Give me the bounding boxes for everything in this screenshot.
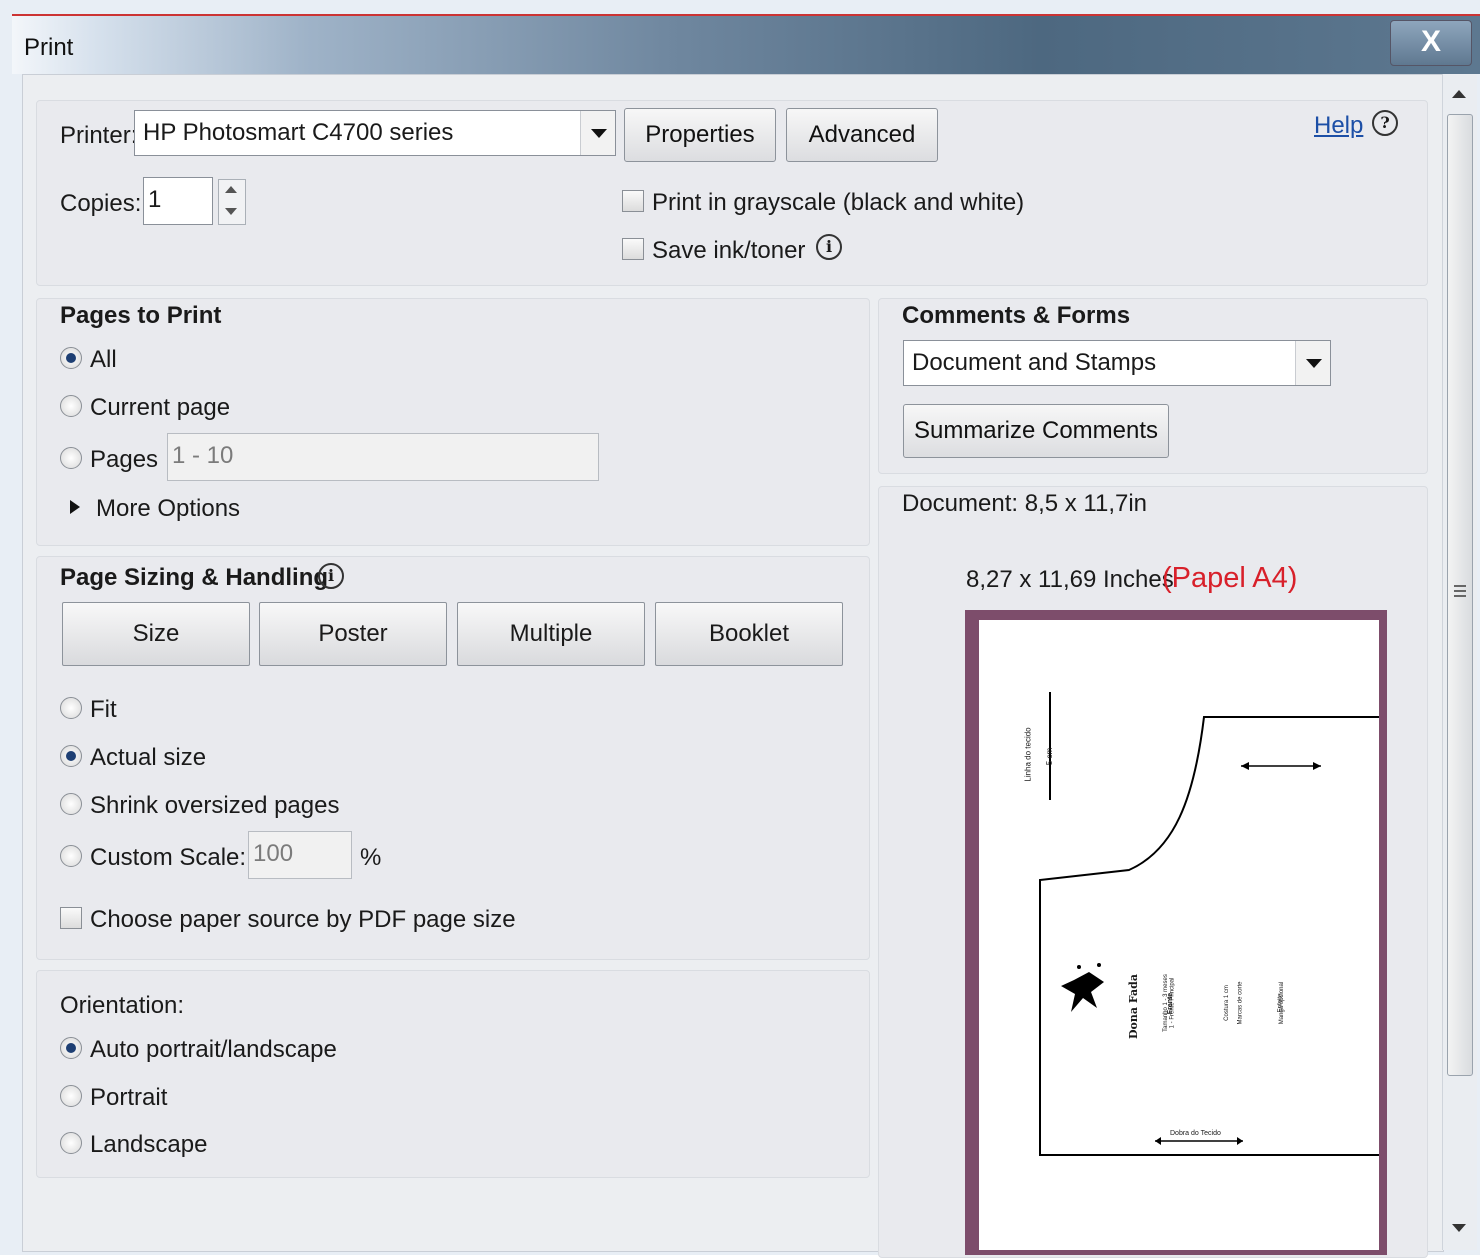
save-ink-label: Save ink/toner [652,237,806,264]
help-link[interactable]: Help [1314,112,1363,140]
preview-col2-2: 1 - Frente Principal [1169,977,1176,1029]
chevron-down-icon[interactable] [580,111,615,155]
help-icon[interactable]: ? [1372,110,1398,136]
summarize-comments-button[interactable]: Summarize Comments [903,404,1169,458]
page-preview: Linha do tecido 5 cm Dona Fada Frente Ta… [965,610,1387,1255]
printer-label: Printer: [60,122,138,149]
advanced-button[interactable]: Advanced [786,108,938,162]
radio-all[interactable] [60,347,82,369]
page-sizing-heading: Page Sizing & Handling [60,564,329,591]
radio-landscape[interactable] [60,1132,82,1154]
preview-label-linha: Linha do tecido [1023,727,1033,782]
tab-booklet[interactable]: Booklet [655,602,843,666]
radio-portrait[interactable] [60,1085,82,1107]
paper-annotation: (Papel A4) [1162,562,1298,594]
scroll-down-icon[interactable] [1452,1224,1466,1232]
preview-bottom-label: Dobra do Tecido [1170,1130,1221,1137]
comments-forms-value: Document and Stamps [912,349,1157,376]
percent-label: % [360,844,382,871]
comments-forms-select[interactable]: Document and Stamps [903,340,1331,386]
preview-col3-2: Marcas de corte [1237,981,1244,1025]
preview-paper: Linha do tecido 5 cm Dona Fada Frente Ta… [979,620,1382,1250]
paper-source-checkbox[interactable] [60,907,82,929]
fit-label: Fit [90,696,117,723]
preview-col3-1: Costura 1 cm [1223,985,1230,1021]
pages-to-print-heading: Pages to Print [60,302,222,329]
radio-actual-size[interactable] [60,745,82,767]
preview-col2-1: Tamanho 1 - 3 meses [1162,974,1169,1032]
radio-shrink-oversized[interactable] [60,793,82,815]
scrollbar-thumb[interactable] [1447,114,1473,1076]
save-ink-checkbox[interactable] [622,238,644,260]
radio-fit[interactable] [60,697,82,719]
arrow-down-icon[interactable] [225,208,237,215]
radio-custom-scale[interactable] [60,845,82,867]
printer-select[interactable]: HP Photosmart C4700 series [134,110,616,156]
auto-orientation-label: Auto portrait/landscape [90,1036,337,1063]
arrow-up-icon[interactable] [225,186,237,193]
landscape-label: Landscape [90,1131,208,1158]
info-icon[interactable]: i [816,234,842,260]
copies-label: Copies: [60,190,142,217]
paper-source-label: Choose paper source by PDF page size [90,906,516,933]
close-button[interactable]: X [1390,20,1472,66]
copies-stepper[interactable] [218,179,246,225]
radio-current-page[interactable] [60,395,82,417]
print-dialog: Print X Printer: HP Photosmart C4700 ser… [0,0,1480,1258]
radio-pages[interactable] [60,447,82,469]
shrink-oversized-label: Shrink oversized pages [90,792,340,819]
preview-col4-2: Enfeite [1277,993,1284,1013]
preview-label-5cm: 5 cm [1045,747,1055,766]
paper-size-label: 8,27 x 11,69 Inches [966,566,1174,593]
pages-range-input[interactable]: 1 - 10 [167,433,599,481]
preview-brand: Dona Fada [1127,974,1140,1039]
chevron-down-icon[interactable] [1295,341,1330,385]
document-size-label: Document: 8,5 x 11,7in [902,490,1148,517]
radio-auto-orientation[interactable] [60,1037,82,1059]
orientation-heading: Orientation: [60,992,185,1019]
vertical-scrollbar[interactable] [1442,74,1477,1250]
portrait-label: Portrait [90,1084,168,1111]
more-options-toggle[interactable]: More Options [96,495,240,523]
info-icon[interactable]: i [318,563,344,589]
tab-multiple[interactable]: Multiple [457,602,645,666]
properties-button[interactable]: Properties [624,108,776,162]
grayscale-checkbox[interactable] [622,190,644,212]
custom-scale-label: Custom Scale: [90,844,247,871]
window-title: Print [24,34,74,61]
tab-size[interactable]: Size [62,602,250,666]
custom-scale-input[interactable]: 100 [248,831,352,879]
pages-label: Pages [90,446,159,473]
tab-poster[interactable]: Poster [259,602,447,666]
current-page-label: Current page [90,394,231,421]
all-label: All [90,346,117,373]
printer-value: HP Photosmart C4700 series [143,119,454,146]
expand-triangle-icon[interactable] [70,500,80,514]
title-bar: Print X [12,14,1480,74]
sewing-pattern-drawing [1039,692,1382,1156]
scroll-up-icon[interactable] [1452,90,1466,98]
actual-size-label: Actual size [90,744,207,771]
grip-icon [1454,585,1466,587]
comments-forms-heading: Comments & Forms [902,302,1131,329]
grayscale-label: Print in grayscale (black and white) [652,189,1025,216]
copies-input[interactable]: 1 [143,177,213,225]
